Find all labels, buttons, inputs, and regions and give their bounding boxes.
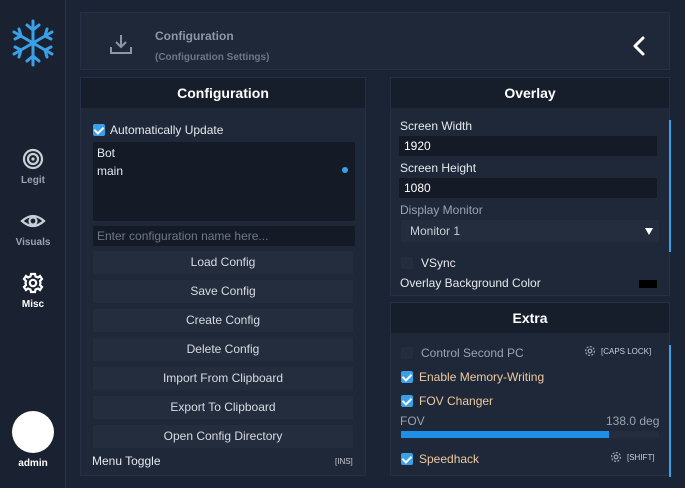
- dropdown-arrow-icon: [645, 228, 653, 235]
- auto-update-checkbox[interactable]: [93, 123, 105, 136]
- open-config-directory-button[interactable]: Open Config Directory: [93, 425, 353, 448]
- create-config-button[interactable]: Create Config: [93, 309, 353, 332]
- sidebar-item-misc[interactable]: Misc: [0, 272, 66, 328]
- gear-icon[interactable]: [610, 451, 622, 463]
- list-item[interactable]: Bot: [97, 146, 115, 160]
- delete-config-button[interactable]: Delete Config: [93, 338, 353, 361]
- configuration-panel-title: Configuration: [81, 78, 365, 108]
- page-subtitle: (Configuration Settings): [155, 52, 270, 63]
- overlay-scrollbar[interactable]: [669, 120, 671, 252]
- sidebar-item-legit[interactable]: Legit: [0, 148, 66, 204]
- app-window: Legit Visuals Misc admin Configuration (…: [0, 0, 685, 488]
- menu-toggle-label: Menu Toggle: [92, 454, 161, 468]
- config-name-input[interactable]: [93, 226, 355, 246]
- import-clipboard-button[interactable]: Import From Clipboard: [93, 367, 353, 390]
- overlay-panel: Overlay Screen Width 1920 Screen Height …: [390, 77, 671, 296]
- control-second-pc-toggle[interactable]: Control Second PC: [401, 344, 524, 362]
- config-list[interactable]: Bot main: [93, 142, 355, 221]
- sidebar: Legit Visuals Misc admin: [0, 0, 66, 488]
- screen-width-field[interactable]: 1920: [399, 136, 657, 156]
- configuration-panel: Configuration Automatically Update Bot m…: [80, 77, 366, 476]
- overlay-bg-color-swatch[interactable]: [639, 280, 657, 288]
- fov-changer-label: FOV Changer: [419, 393, 494, 408]
- selected-indicator: [342, 167, 348, 173]
- page-header: Configuration (Configuration Settings): [80, 12, 670, 70]
- overlay-bg-color-label: Overlay Background Color: [400, 276, 541, 290]
- control-second-pc-label: Control Second PC: [421, 345, 524, 360]
- eye-icon: [20, 214, 46, 228]
- screen-height-field[interactable]: 1080: [399, 178, 657, 198]
- control-second-pc-checkbox[interactable]: [401, 346, 413, 359]
- screen-width-label: Screen Width: [400, 119, 473, 133]
- fov-slider-fill: [401, 431, 609, 438]
- sidebar-item-label: Misc: [21, 299, 45, 310]
- memory-writing-checkbox[interactable]: [401, 370, 413, 383]
- list-item[interactable]: main: [97, 164, 123, 178]
- auto-update-label: Automatically Update: [110, 122, 224, 137]
- fov-changer-toggle[interactable]: FOV Changer: [401, 392, 493, 410]
- control-second-pc-keybind[interactable]: [CAPS LOCK]: [601, 347, 651, 356]
- gear-icon: [22, 272, 44, 294]
- gear-icon[interactable]: [584, 345, 596, 357]
- back-chevron-icon[interactable]: [629, 35, 649, 57]
- vsync-checkbox[interactable]: [401, 256, 413, 269]
- display-monitor-select[interactable]: Monitor 1: [401, 220, 659, 242]
- export-clipboard-button[interactable]: Export To Clipboard: [93, 396, 353, 419]
- menu-toggle-keybind[interactable]: [INS]: [335, 457, 353, 466]
- fov-changer-checkbox[interactable]: [401, 394, 413, 407]
- memory-writing-label: Enable Memory-Writing: [419, 369, 545, 384]
- screen-height-label: Screen Height: [400, 161, 477, 175]
- speedhack-checkbox[interactable]: [401, 452, 413, 465]
- fov-label: FOV: [400, 414, 425, 428]
- speedhack-label: Speedhack: [419, 451, 480, 466]
- download-icon: [110, 35, 132, 54]
- display-monitor-label: Display Monitor: [400, 203, 483, 217]
- user-name: admin: [18, 458, 48, 469]
- extra-panel: Extra Control Second PC [CAPS LOCK] Enab…: [390, 302, 671, 477]
- page-title: Configuration: [155, 29, 234, 43]
- auto-update-toggle[interactable]: Automatically Update: [93, 121, 223, 139]
- extra-panel-title: Extra: [391, 303, 669, 333]
- snowflake-logo-icon: [12, 19, 54, 67]
- memory-writing-toggle[interactable]: Enable Memory-Writing: [401, 368, 544, 386]
- target-icon: [22, 148, 44, 170]
- vsync-toggle[interactable]: VSync: [401, 254, 456, 272]
- display-monitor-value: Monitor 1: [410, 224, 461, 238]
- vsync-label: VSync: [421, 255, 456, 270]
- save-config-button[interactable]: Save Config: [93, 280, 353, 303]
- sidebar-item-visuals[interactable]: Visuals: [0, 210, 66, 266]
- speedhack-keybind[interactable]: [SHIFT]: [627, 453, 655, 462]
- avatar[interactable]: [12, 411, 54, 453]
- sidebar-item-label: Visuals: [15, 237, 51, 248]
- fov-value: 138.0 deg: [606, 414, 660, 428]
- overlay-panel-title: Overlay: [391, 78, 669, 108]
- speedhack-toggle[interactable]: Speedhack: [401, 450, 479, 468]
- load-config-button[interactable]: Load Config: [93, 251, 353, 274]
- fov-slider[interactable]: [401, 431, 659, 438]
- sidebar-item-label: Legit: [21, 175, 45, 186]
- extra-scrollbar[interactable]: [669, 345, 671, 477]
